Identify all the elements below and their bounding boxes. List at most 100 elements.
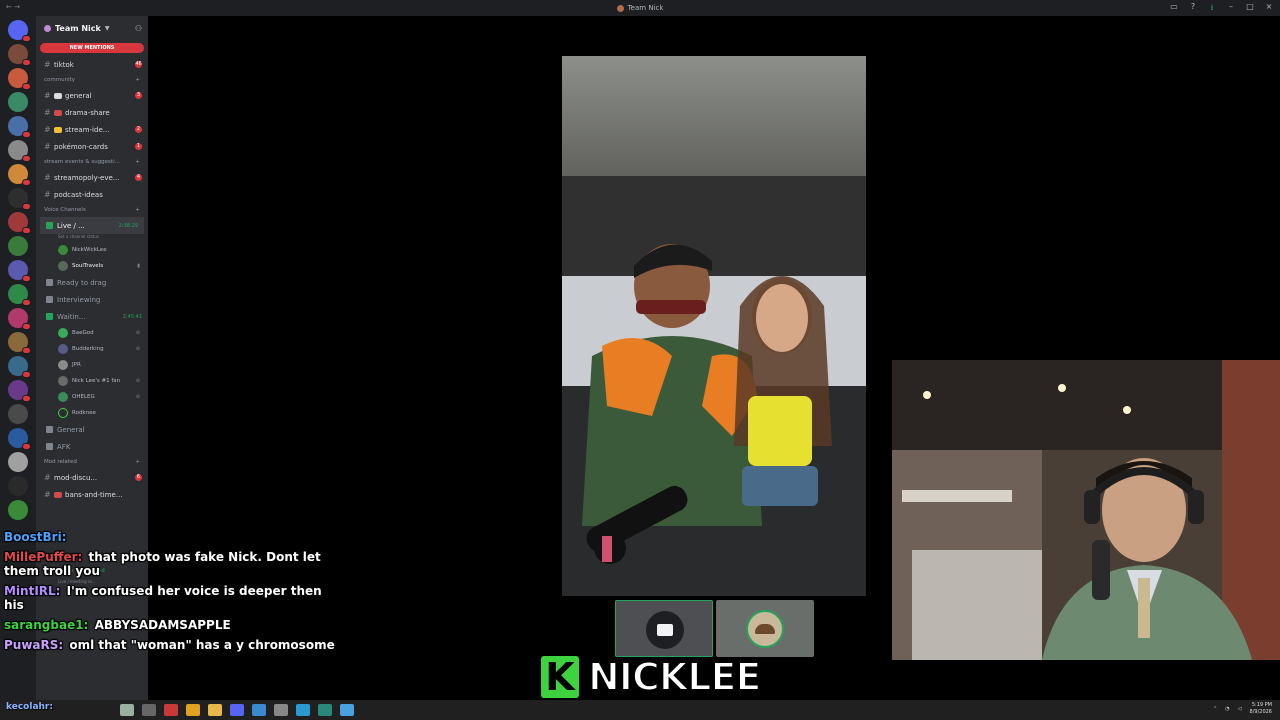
- voice-user[interactable]: Rodknee: [36, 405, 148, 421]
- server-icon[interactable]: [8, 44, 31, 66]
- voice-user[interactable]: OHELEG ⊘: [36, 389, 148, 405]
- avatar: [58, 408, 68, 418]
- category-mod-related[interactable]: Mod related +: [36, 455, 148, 469]
- add-channel-icon[interactable]: +: [135, 207, 140, 213]
- voice-channel-afk[interactable]: AFK: [36, 438, 148, 455]
- channel-tiktok[interactable]: # tiktok 46: [36, 56, 148, 73]
- server-icon[interactable]: [8, 308, 31, 330]
- channel-streamopoly[interactable]: # streamopoly-eve... 4: [36, 169, 148, 186]
- voice-user[interactable]: JPR: [36, 357, 148, 373]
- avatar: [58, 245, 68, 255]
- channel-status[interactable]: Set a channel status: [36, 234, 148, 242]
- mention-badge: 46: [135, 61, 142, 68]
- back-arrows[interactable]: ← →: [6, 3, 20, 11]
- server-icon[interactable]: [8, 236, 28, 256]
- server-icon[interactable]: [8, 260, 31, 282]
- speech-bubble-icon: [54, 92, 62, 99]
- server-icon[interactable]: [8, 404, 28, 424]
- mention-badge: 1: [135, 143, 142, 150]
- server-icon[interactable]: [8, 92, 28, 112]
- taskbar-app-icon[interactable]: [164, 704, 178, 716]
- voice-user[interactable]: SoulTravels ▮: [36, 258, 148, 274]
- voice-user[interactable]: NickWickLee: [36, 242, 148, 258]
- minimize-button[interactable]: –: [1226, 2, 1236, 16]
- taskbar-app-icon[interactable]: [340, 704, 354, 716]
- speaker-icon: [46, 279, 53, 286]
- download-icon[interactable]: ⭳: [1207, 2, 1217, 16]
- server-icon[interactable]: [8, 332, 31, 354]
- chevron-up-icon[interactable]: ⌃: [1213, 706, 1217, 712]
- server-icon[interactable]: [8, 476, 28, 496]
- add-member-icon[interactable]: ⚇: [135, 24, 142, 33]
- voice-user[interactable]: Budderking ⊘: [36, 341, 148, 357]
- avatar: [58, 376, 68, 386]
- server-icon[interactable]: [8, 428, 31, 450]
- edge-icon[interactable]: [296, 704, 310, 716]
- server-icon[interactable]: [8, 380, 31, 402]
- clock[interactable]: 5:19 PM 8/9/2026: [1250, 702, 1272, 716]
- category-stream-events[interactable]: stream events & suggesti... +: [36, 155, 148, 169]
- speaker-icon: [46, 296, 53, 303]
- folder-icon[interactable]: [208, 704, 222, 716]
- channel-drama-share[interactable]: # drama-share: [36, 104, 148, 121]
- voice-channel-ready[interactable]: Ready to drag: [36, 274, 148, 291]
- voice-channel-waiting[interactable]: Waitin... 2:45:41: [36, 308, 148, 325]
- server-icon[interactable]: [8, 68, 31, 90]
- server-icon[interactable]: [8, 212, 31, 234]
- volume-icon[interactable]: ◁: [1238, 706, 1242, 712]
- search-icon[interactable]: [142, 704, 156, 716]
- close-button[interactable]: ×: [1264, 2, 1274, 16]
- maximize-button[interactable]: □: [1245, 2, 1255, 16]
- main-video-stream[interactable]: [562, 56, 866, 596]
- avatar: [58, 328, 68, 338]
- server-icon[interactable]: [8, 188, 31, 210]
- server-icon[interactable]: [8, 140, 31, 162]
- taskbar-app-icon[interactable]: [318, 704, 332, 716]
- channel-general[interactable]: # general 3: [36, 87, 148, 104]
- participant-tile[interactable]: [615, 600, 713, 657]
- participant-tile[interactable]: [716, 600, 814, 657]
- voice-channel-interviewing[interactable]: Interviewing: [36, 291, 148, 308]
- help-icon[interactable]: ?: [1188, 2, 1198, 16]
- chrome-icon[interactable]: [186, 704, 200, 716]
- home-server-icon[interactable]: [8, 20, 31, 42]
- add-channel-icon[interactable]: +: [135, 77, 140, 83]
- webcam-stream[interactable]: [892, 360, 1280, 660]
- avatar: [58, 344, 68, 354]
- chevron-down-icon: ▼: [104, 24, 110, 32]
- taskbar-app-icon[interactable]: [252, 704, 266, 716]
- category-community[interactable]: community +: [36, 73, 148, 87]
- server-icon[interactable]: [8, 116, 31, 138]
- server-icon[interactable]: [8, 452, 28, 472]
- channel-podcast-ideas[interactable]: # podcast-ideas: [36, 186, 148, 203]
- channel-stream-ideas[interactable]: # stream-ide... 2: [36, 121, 148, 138]
- taskbar-app-icon[interactable]: [120, 704, 134, 716]
- window-controls: ▭ ? ⭳ – □ ×: [1169, 2, 1274, 16]
- server-icon[interactable]: [8, 500, 28, 520]
- chat-message: MillePuffer: that photo was fake Nick. D…: [4, 550, 344, 578]
- voice-user[interactable]: Nick Lee's #1 fan ⊘: [36, 373, 148, 389]
- channel-bans[interactable]: # bans-and-time...: [36, 486, 148, 503]
- avatar: [646, 611, 684, 649]
- category-voice-channels[interactable]: Voice Channels +: [36, 203, 148, 217]
- camera-icon: [657, 624, 673, 636]
- wifi-icon[interactable]: ◔: [1225, 706, 1229, 712]
- voice-channel-general[interactable]: General: [36, 421, 148, 438]
- voice-channel-live[interactable]: Live / ... 2:38:29: [40, 217, 144, 234]
- avatar: [746, 610, 784, 648]
- channel-pokemon-cards[interactable]: # pokémon-cards 1: [36, 138, 148, 155]
- server-icon[interactable]: [8, 284, 31, 306]
- server-icon[interactable]: [8, 164, 31, 186]
- drama-icon: [54, 109, 62, 116]
- add-channel-icon[interactable]: +: [135, 459, 140, 465]
- new-mentions-pill[interactable]: NEW MENTIONS: [40, 43, 144, 53]
- inbox-icon[interactable]: ▭: [1169, 2, 1179, 16]
- voice-user[interactable]: BaeGod ⊘: [36, 325, 148, 341]
- server-header[interactable]: Team Nick ▼ ⚇: [36, 16, 148, 40]
- discord-icon[interactable]: [230, 704, 244, 716]
- taskbar-app-icon[interactable]: [274, 704, 288, 716]
- chat-username: MintIRL:: [4, 584, 61, 598]
- add-channel-icon[interactable]: +: [135, 159, 140, 165]
- channel-mod-discussion[interactable]: # mod-discu... 6: [36, 469, 148, 486]
- server-icon[interactable]: [8, 356, 31, 378]
